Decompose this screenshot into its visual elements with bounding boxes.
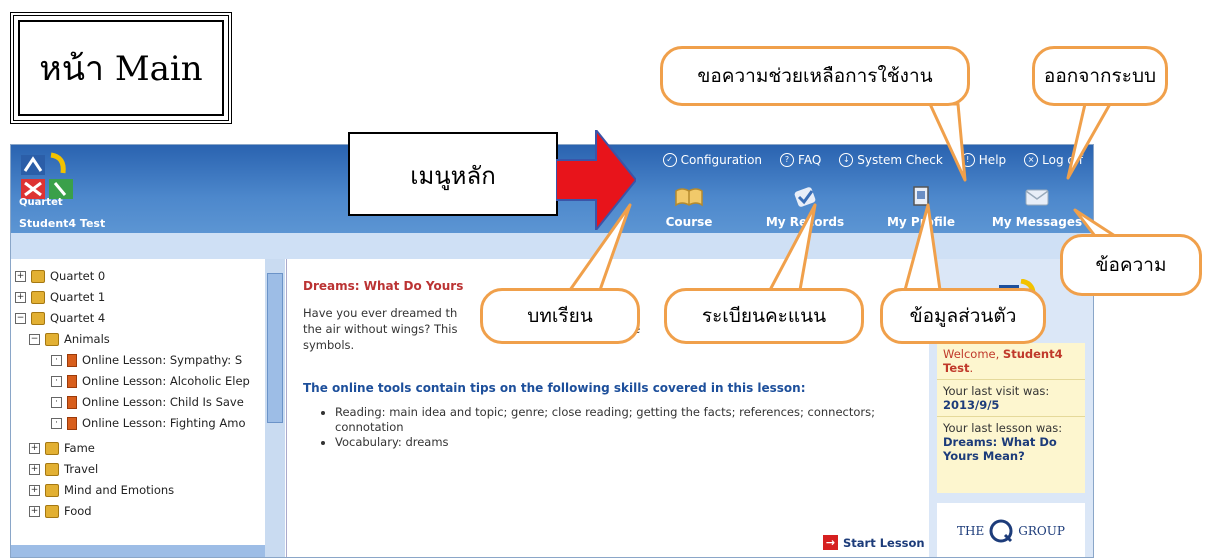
records-callout: ระเบียนคะแนน — [664, 288, 864, 344]
lessons-callout: บทเรียน — [480, 288, 640, 344]
help-callout: ขอความช่วยเหลือการใช้งาน — [660, 46, 970, 106]
messages-callout: ข้อความ — [1060, 234, 1202, 296]
profile-callout: ข้อมูลส่วนตัว — [880, 288, 1046, 344]
logout-callout: ออกจากระบบ — [1032, 46, 1168, 106]
